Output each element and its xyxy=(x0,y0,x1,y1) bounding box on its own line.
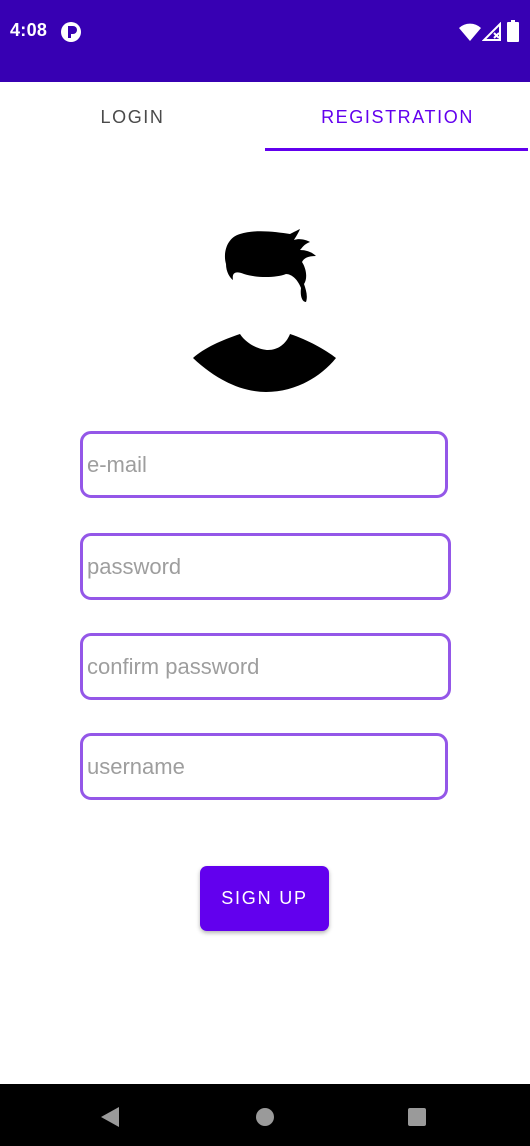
status-time: 4:08 xyxy=(10,20,48,40)
recents-icon[interactable] xyxy=(407,1107,427,1127)
email-field[interactable] xyxy=(80,431,448,498)
tab-bar: LOGIN REGISTRATION xyxy=(0,82,530,152)
tab-registration[interactable]: REGISTRATION xyxy=(265,82,530,152)
notification-icon xyxy=(61,22,81,42)
home-icon[interactable] xyxy=(255,1107,275,1127)
battery-icon xyxy=(507,20,519,42)
password-field[interactable] xyxy=(80,533,451,600)
confirm-password-field[interactable] xyxy=(80,633,451,700)
username-field[interactable] xyxy=(80,733,448,800)
status-bar: 4:08 xyxy=(0,0,530,82)
tab-login[interactable]: LOGIN xyxy=(0,82,265,152)
tab-registration-label: REGISTRATION xyxy=(321,106,474,127)
back-icon[interactable] xyxy=(100,1106,120,1128)
sign-up-button[interactable]: SIGN UP xyxy=(200,866,329,931)
tab-login-label: LOGIN xyxy=(100,106,165,127)
signal-icon xyxy=(482,22,501,41)
wifi-icon xyxy=(459,23,481,41)
user-avatar-icon xyxy=(193,229,336,392)
tab-indicator xyxy=(265,148,528,151)
